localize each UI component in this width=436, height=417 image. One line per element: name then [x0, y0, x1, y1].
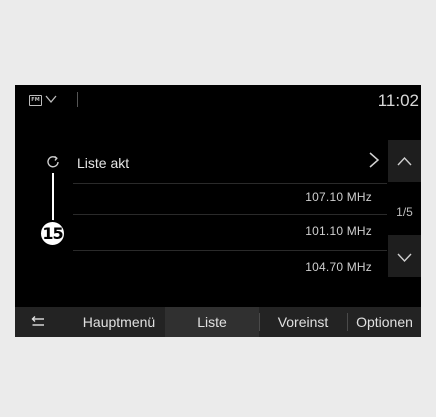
scroll-up-button[interactable] — [388, 140, 421, 182]
tab-bar: Hauptmenü Liste Voreinst Optionen — [15, 307, 421, 337]
page-indicator: 1/5 — [396, 205, 413, 219]
radio-screen: FM 11:02 Liste akt 107.10 MHz 101.10 MHz… — [15, 85, 421, 337]
scroll-down-button[interactable] — [388, 235, 421, 277]
station-frequency[interactable]: 104.70 MHz — [305, 260, 372, 274]
station-frequency[interactable]: 101.10 MHz — [305, 224, 372, 238]
tab-voreinst[interactable]: Voreinst — [260, 307, 346, 337]
station-frequency[interactable]: 107.10 MHz — [305, 190, 372, 204]
tab-hauptmenu[interactable]: Hauptmenü — [63, 307, 175, 337]
callout-number: 15 — [39, 220, 66, 247]
chevron-right-icon[interactable] — [367, 151, 381, 169]
refresh-icon — [47, 155, 59, 168]
clock: 11:02 — [377, 91, 419, 110]
chevron-down-icon — [397, 253, 412, 263]
status-bar: FM 11:02 — [15, 85, 421, 115]
chevron-down-icon[interactable] — [45, 94, 57, 104]
tab-liste[interactable]: Liste — [165, 307, 259, 337]
update-list-item[interactable]: Liste akt — [77, 155, 129, 171]
callout-line — [52, 173, 54, 226]
status-divider — [77, 92, 78, 107]
row-divider — [73, 183, 387, 184]
fm-icon[interactable]: FM — [29, 95, 42, 106]
row-divider — [73, 214, 387, 215]
back-arrow-icon[interactable] — [29, 315, 47, 329]
tab-optionen[interactable]: Optionen — [348, 307, 421, 337]
row-divider — [73, 250, 387, 251]
chevron-up-icon — [397, 156, 412, 166]
